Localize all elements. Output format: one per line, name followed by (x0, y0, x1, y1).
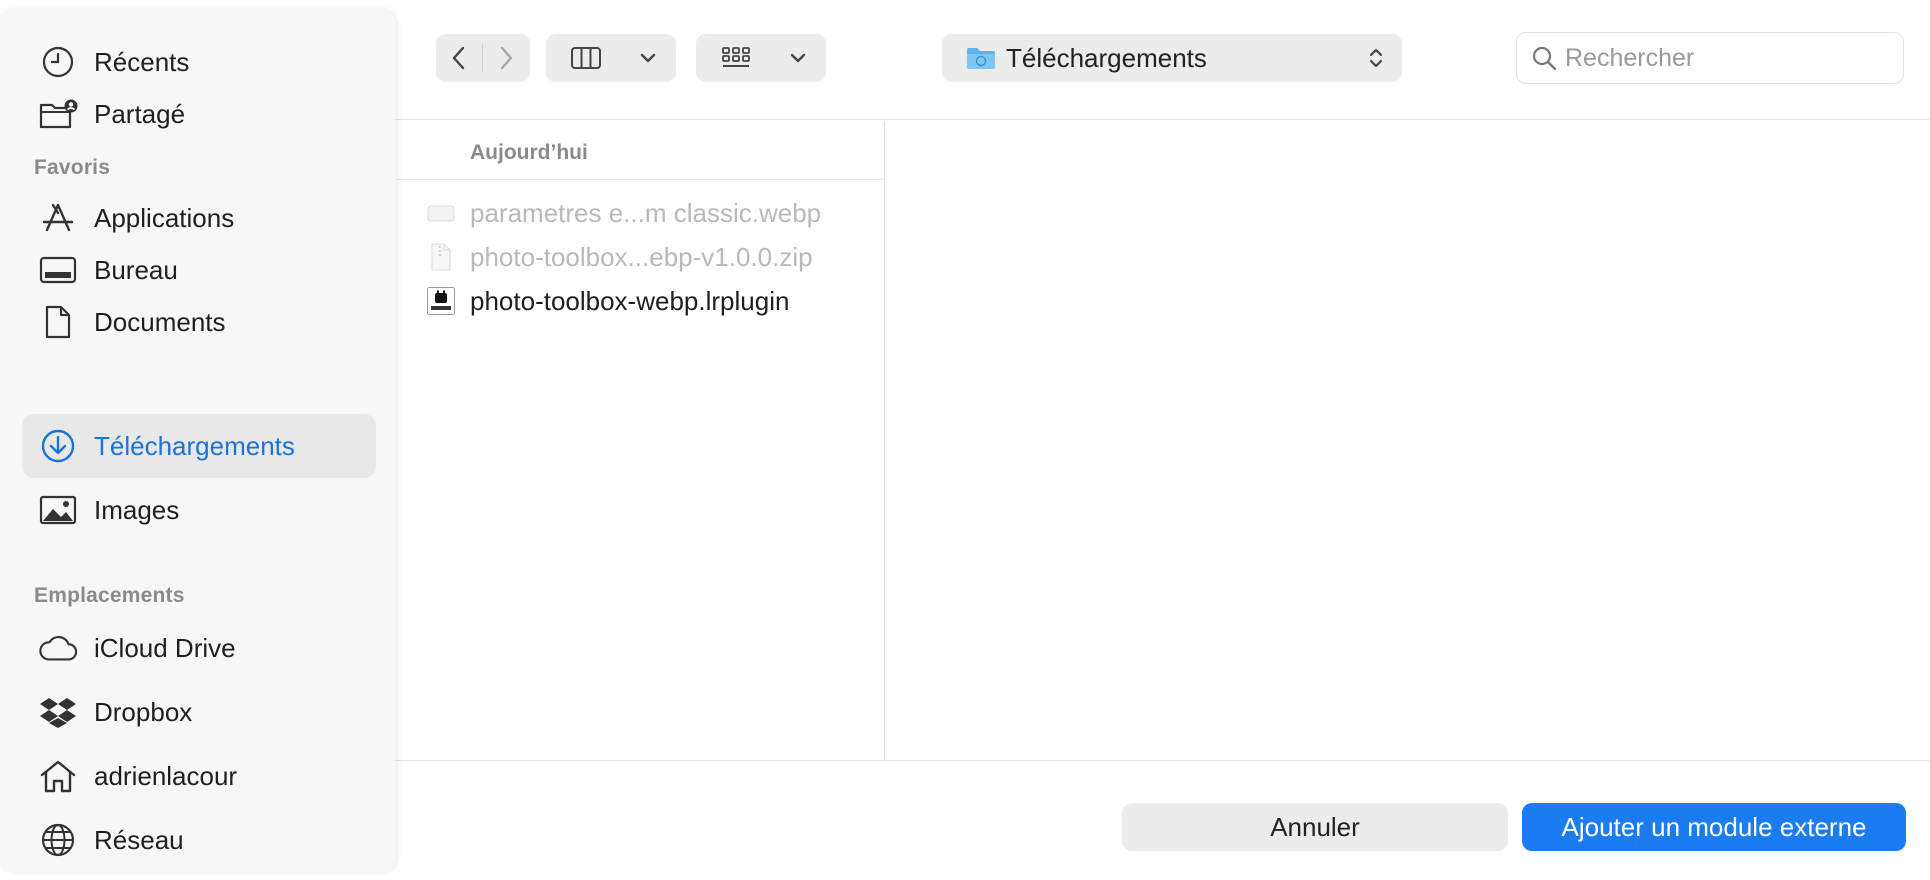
search-field[interactable] (1516, 32, 1904, 84)
toolbar: Téléchargements (396, 0, 1930, 120)
column-view-icon[interactable] (546, 34, 626, 82)
sidebar-item-label: Téléchargements (94, 430, 295, 461)
sidebar-item-icloud-drive[interactable]: iCloud Drive (22, 616, 376, 680)
sidebar-item-label: Documents (94, 306, 226, 337)
navigation-group (436, 34, 530, 82)
search-input[interactable] (1565, 43, 1885, 73)
folder-icon (966, 46, 996, 70)
sidebar-item-label: Récents (94, 46, 190, 77)
file-row[interactable]: photo-toolbox...ebp-v1.0.0.zip (426, 237, 881, 277)
cancel-button[interactable]: Annuler (1122, 803, 1508, 851)
divider (396, 179, 885, 180)
sidebar-item-label: Applications (94, 202, 235, 233)
sidebar-item-images[interactable]: Images (22, 478, 376, 542)
desktop-icon (38, 250, 78, 290)
sidebar: Récents Partagé Favoris Applications Bur… (0, 10, 396, 872)
plugin-file-icon (426, 285, 456, 317)
sidebar-item-downloads[interactable]: Téléchargements (22, 414, 376, 478)
sidebar-item-label: Dropbox (94, 696, 193, 727)
chevron-down-icon[interactable] (776, 34, 820, 82)
file-name: parametres e...m classic.webp (470, 197, 822, 228)
file-row[interactable]: photo-toolbox-webp.lrplugin (426, 281, 881, 321)
sidebar-item-network[interactable]: Réseau (22, 808, 376, 872)
sidebar-item-shared[interactable]: Partagé (22, 82, 376, 146)
favorites-section-title: Favoris (34, 156, 111, 179)
path-popup[interactable]: Téléchargements (942, 34, 1402, 82)
cloud-icon (38, 628, 78, 668)
grid-icon[interactable] (696, 34, 776, 82)
sidebar-item-documents[interactable]: Documents (22, 290, 376, 354)
chevron-down-icon[interactable] (626, 34, 670, 82)
column-header-today: Aujourd’hui (470, 141, 588, 164)
sidebar-item-label: iCloud Drive (94, 632, 236, 663)
sidebar-item-home[interactable]: adrienlacour (22, 744, 376, 808)
locations-section-title: Emplacements (34, 584, 185, 607)
view-mode-group[interactable] (546, 34, 676, 82)
image-file-icon (426, 197, 456, 229)
forward-button[interactable] (483, 34, 529, 82)
file-browser: Aujourd’hui parametres e...m classic.web… (396, 121, 1930, 760)
group-by-group[interactable] (696, 34, 826, 82)
zip-file-icon (426, 241, 456, 273)
search-icon (1531, 45, 1557, 71)
dialog-footer: Annuler Ajouter un module externe (396, 760, 1930, 880)
download-icon (38, 426, 78, 466)
sidebar-item-label: Bureau (94, 254, 178, 285)
file-name: photo-toolbox...ebp-v1.0.0.zip (470, 241, 813, 272)
back-button[interactable] (436, 34, 482, 82)
photo-icon (38, 490, 78, 530)
path-popup-label: Téléchargements (1006, 42, 1207, 73)
sidebar-item-label: Images (94, 494, 180, 525)
clock-icon (38, 42, 78, 82)
dropbox-icon (38, 692, 78, 732)
network-icon (38, 820, 78, 860)
home-icon (38, 756, 78, 796)
shared-folder-icon (38, 94, 78, 134)
updown-chevron-icon (1368, 46, 1384, 70)
sidebar-item-label: adrienlacour (94, 760, 238, 791)
sidebar-item-label: Partagé (94, 98, 186, 129)
browser-column: Aujourd’hui parametres e...m classic.web… (396, 121, 885, 760)
sidebar-item-dropbox[interactable]: Dropbox (22, 680, 376, 744)
file-name: photo-toolbox-webp.lrplugin (470, 285, 790, 316)
sidebar-item-label: Réseau (94, 824, 184, 855)
applications-icon (38, 198, 78, 238)
document-icon (38, 302, 78, 342)
file-row[interactable]: parametres e...m classic.webp (426, 193, 881, 233)
add-external-module-button[interactable]: Ajouter un module externe (1522, 803, 1906, 851)
